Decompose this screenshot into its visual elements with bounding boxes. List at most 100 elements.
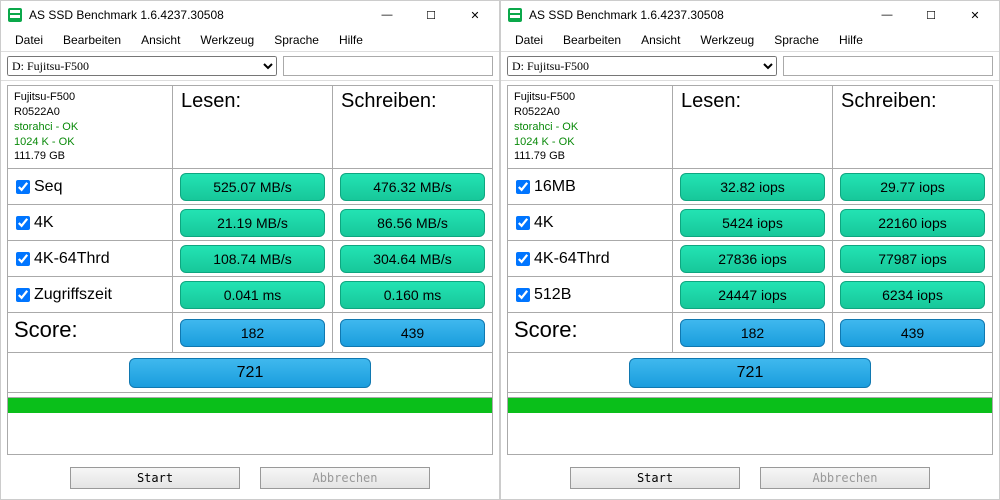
info-firmware: R0522A0: [14, 105, 166, 120]
benchmark-window-left: AS SSD Benchmark 1.6.4237.30508 — ☐ ✕ Da…: [0, 0, 500, 500]
progress-bar: [508, 397, 992, 413]
16mb-write: 29.77 iops: [840, 173, 985, 201]
progress-bar: [8, 397, 492, 413]
label-access: Zugriffszeit: [34, 286, 112, 304]
titlebar[interactable]: AS SSD Benchmark 1.6.4237.30508 — ☐ ✕: [501, 1, 999, 29]
score-read: 182: [680, 319, 825, 347]
close-button[interactable]: ✕: [453, 1, 497, 29]
info-alignment: 1024 K - OK: [14, 135, 166, 150]
row-512b: 512B 24447 iops 6234 iops: [508, 277, 992, 313]
menu-datei[interactable]: Datei: [507, 31, 551, 49]
score-total: 721: [129, 358, 371, 388]
drive-select[interactable]: D: Fujitsu-F500: [7, 56, 277, 76]
minimize-button[interactable]: —: [865, 1, 909, 29]
check-access[interactable]: [16, 288, 30, 302]
check-4k64[interactable]: [16, 252, 30, 266]
menu-datei[interactable]: Datei: [7, 31, 51, 49]
score-read: 182: [180, 319, 325, 347]
path-field[interactable]: [783, 56, 993, 76]
app-icon: [7, 7, 23, 23]
abort-button: Abbrechen: [760, 467, 930, 489]
label-512b: 512B: [534, 286, 571, 304]
label-4k-iops: 4K: [534, 214, 554, 232]
menu-hilfe[interactable]: Hilfe: [831, 31, 871, 49]
menu-werkzeug[interactable]: Werkzeug: [192, 31, 262, 49]
info-driver: storahci - OK: [514, 120, 666, 135]
drive-bar: D: Fujitsu-F500: [501, 52, 999, 81]
access-read: 0.041 ms: [180, 281, 325, 309]
4k64-iops-write: 77987 iops: [840, 245, 985, 273]
info-alignment: 1024 K - OK: [514, 135, 666, 150]
check-16mb[interactable]: [516, 180, 530, 194]
path-field[interactable]: [283, 56, 493, 76]
info-model: Fujitsu-F500: [14, 90, 166, 105]
titlebar[interactable]: AS SSD Benchmark 1.6.4237.30508 — ☐ ✕: [1, 1, 499, 29]
header-read: Lesen:: [173, 86, 332, 169]
row-16mb: 16MB 32.82 iops 29.77 iops: [508, 169, 992, 205]
row-access: Zugriffszeit 0.041 ms 0.160 ms: [8, 277, 492, 313]
benchmark-window-right: AS SSD Benchmark 1.6.4237.30508 — ☐ ✕ Da…: [500, 0, 1000, 500]
score-write: 439: [340, 319, 485, 347]
check-4k[interactable]: [16, 216, 30, 230]
check-seq[interactable]: [16, 180, 30, 194]
check-512b[interactable]: [516, 288, 530, 302]
4k-iops-write: 22160 iops: [840, 209, 985, 237]
info-size: 111.79 GB: [514, 149, 666, 164]
drive-bar: D: Fujitsu-F500: [1, 52, 499, 81]
menu-bearbeiten[interactable]: Bearbeiten: [555, 31, 629, 49]
info-size: 111.79 GB: [14, 149, 166, 164]
score-write: 439: [840, 319, 985, 347]
4k-iops-read: 5424 iops: [680, 209, 825, 237]
header-write: Schreiben:: [332, 86, 492, 169]
label-16mb: 16MB: [534, 178, 576, 196]
results-frame: Fujitsu-F500 R0522A0 storahci - OK 1024 …: [7, 85, 493, 455]
4k64-write: 304.64 MB/s: [340, 245, 485, 273]
check-4k-iops[interactable]: [516, 216, 530, 230]
menu-werkzeug[interactable]: Werkzeug: [692, 31, 762, 49]
window-title: AS SSD Benchmark 1.6.4237.30508: [29, 8, 365, 22]
label-4k64: 4K-64Thrd: [34, 250, 110, 268]
start-button[interactable]: Start: [70, 467, 240, 489]
start-button[interactable]: Start: [570, 467, 740, 489]
menubar: Datei Bearbeiten Ansicht Werkzeug Sprach…: [501, 29, 999, 52]
drive-select[interactable]: D: Fujitsu-F500: [507, 56, 777, 76]
512b-read: 24447 iops: [680, 281, 825, 309]
window-title: AS SSD Benchmark 1.6.4237.30508: [529, 8, 865, 22]
info-model: Fujitsu-F500: [514, 90, 666, 105]
menubar: Datei Bearbeiten Ansicht Werkzeug Sprach…: [1, 29, 499, 52]
menu-bearbeiten[interactable]: Bearbeiten: [55, 31, 129, 49]
4k-read: 21.19 MB/s: [180, 209, 325, 237]
header-read: Lesen:: [673, 86, 832, 169]
maximize-button[interactable]: ☐: [909, 1, 953, 29]
menu-ansicht[interactable]: Ansicht: [133, 31, 188, 49]
row-4k: 4K 21.19 MB/s 86.56 MB/s: [8, 205, 492, 241]
close-button[interactable]: ✕: [953, 1, 997, 29]
seq-write: 476.32 MB/s: [340, 173, 485, 201]
label-4k64-iops: 4K-64Thrd: [534, 250, 610, 268]
row-4k64-iops: 4K-64Thrd 27836 iops 77987 iops: [508, 241, 992, 277]
results-frame: Fujitsu-F500 R0522A0 storahci - OK 1024 …: [507, 85, 993, 455]
maximize-button[interactable]: ☐: [409, 1, 453, 29]
row-4k-iops: 4K 5424 iops 22160 iops: [508, 205, 992, 241]
menu-ansicht[interactable]: Ansicht: [633, 31, 688, 49]
menu-hilfe[interactable]: Hilfe: [331, 31, 371, 49]
512b-write: 6234 iops: [840, 281, 985, 309]
menu-sprache[interactable]: Sprache: [266, 31, 327, 49]
check-4k64-iops[interactable]: [516, 252, 530, 266]
row-4k64: 4K-64Thrd 108.74 MB/s 304.64 MB/s: [8, 241, 492, 277]
abort-button: Abbrechen: [260, 467, 430, 489]
score-label: Score:: [508, 313, 673, 352]
header-write: Schreiben:: [832, 86, 992, 169]
drive-info: Fujitsu-F500 R0522A0 storahci - OK 1024 …: [8, 86, 173, 169]
info-firmware: R0522A0: [514, 105, 666, 120]
label-seq: Seq: [34, 178, 62, 196]
4k-write: 86.56 MB/s: [340, 209, 485, 237]
menu-sprache[interactable]: Sprache: [766, 31, 827, 49]
16mb-read: 32.82 iops: [680, 173, 825, 201]
4k64-read: 108.74 MB/s: [180, 245, 325, 273]
access-write: 0.160 ms: [340, 281, 485, 309]
row-seq: Seq 525.07 MB/s 476.32 MB/s: [8, 169, 492, 205]
info-driver: storahci - OK: [14, 120, 166, 135]
minimize-button[interactable]: —: [365, 1, 409, 29]
label-4k: 4K: [34, 214, 54, 232]
